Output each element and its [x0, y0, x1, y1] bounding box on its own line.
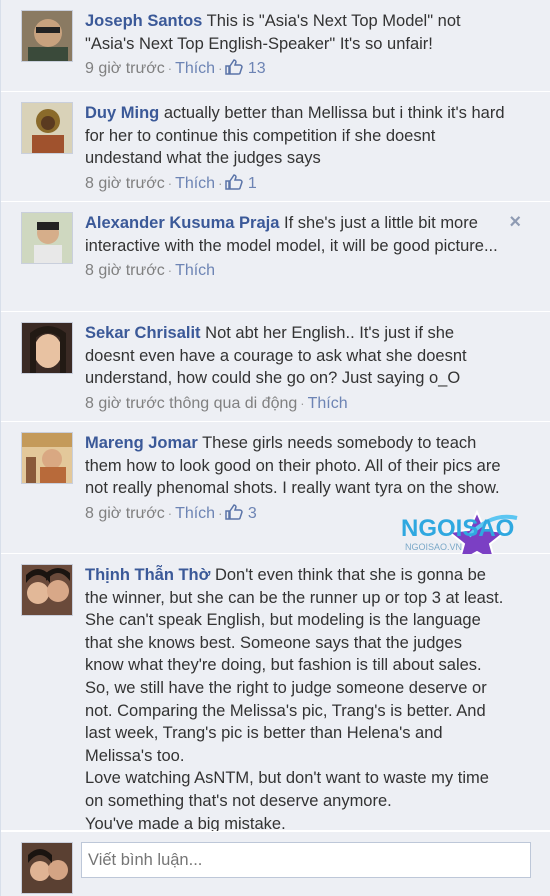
comment-item: Duy Ming actually better than Mellissa b…	[1, 92, 550, 203]
comment-item: Joseph Santos This is "Asia's Next Top M…	[1, 0, 550, 93]
comment-time[interactable]: 8 giờ trước thông qua di động	[85, 395, 297, 412]
comment-meta: 8 giờ trước thông qua di động · Thích	[85, 394, 348, 412]
comment-time[interactable]: 9 giờ trước	[85, 60, 165, 77]
comment-text: Don't even think that she is gonna be th…	[85, 566, 504, 765]
watermark-brand: NGOISAO	[401, 515, 514, 542]
avatar[interactable]	[21, 564, 73, 616]
comment-meta: 8 giờ trước · Thích · 1	[85, 173, 505, 197]
comment-item: Thịnh Thẫn Thờ Don't even think that she…	[1, 554, 550, 833]
comment-item: Alexander Kusuma Praja If she's just a l…	[1, 202, 550, 313]
comment-author[interactable]: Mareng Jomar	[85, 434, 198, 452]
comment-author[interactable]: Thịnh Thẫn Thờ	[85, 566, 210, 584]
like-link[interactable]: Thích	[175, 505, 215, 522]
avatar[interactable]	[21, 212, 73, 264]
comment-thread: Joseph Santos This is "Asia's Next Top M…	[0, 0, 550, 896]
comment-time[interactable]: 8 giờ trước	[85, 505, 165, 522]
avatar[interactable]	[21, 432, 73, 484]
comment-author[interactable]: Alexander Kusuma Praja	[85, 214, 279, 232]
avatar[interactable]	[21, 842, 73, 894]
comment-meta: 9 giờ trước · Thích · 13	[85, 58, 505, 82]
like-link[interactable]: Thích	[175, 175, 215, 192]
comment-author[interactable]: Duy Ming	[85, 104, 159, 122]
avatar[interactable]	[21, 10, 73, 62]
like-link[interactable]: Thích	[175, 60, 215, 77]
comment-composer	[1, 831, 550, 896]
thumbs-up-icon[interactable]	[225, 174, 244, 197]
close-icon[interactable]: ×	[509, 212, 521, 232]
avatar[interactable]	[21, 102, 73, 154]
watermark-url: NGOISAO.VN	[405, 542, 462, 552]
comment-time[interactable]: 8 giờ trước	[85, 262, 165, 279]
like-count[interactable]: 1	[248, 175, 257, 192]
comment-input[interactable]	[81, 842, 531, 878]
comment-text-paragraph: Love watching AsNTM, but don't want to w…	[85, 769, 489, 810]
comment-author[interactable]: Sekar Chrisalit	[85, 324, 201, 342]
comment-time[interactable]: 8 giờ trước	[85, 175, 165, 192]
comment-meta: 8 giờ trước · Thích	[85, 262, 216, 280]
like-link[interactable]: Thích	[308, 395, 348, 412]
like-link[interactable]: Thích	[175, 262, 215, 279]
comment-author[interactable]: Joseph Santos	[85, 12, 202, 30]
thumbs-up-icon[interactable]	[225, 59, 244, 82]
avatar[interactable]	[21, 322, 73, 374]
like-count[interactable]: 13	[248, 60, 266, 77]
thumbs-up-icon[interactable]	[225, 504, 244, 527]
like-count[interactable]: 3	[248, 505, 257, 522]
comment-item: Sekar Chrisalit Not abt her English.. It…	[1, 312, 550, 423]
